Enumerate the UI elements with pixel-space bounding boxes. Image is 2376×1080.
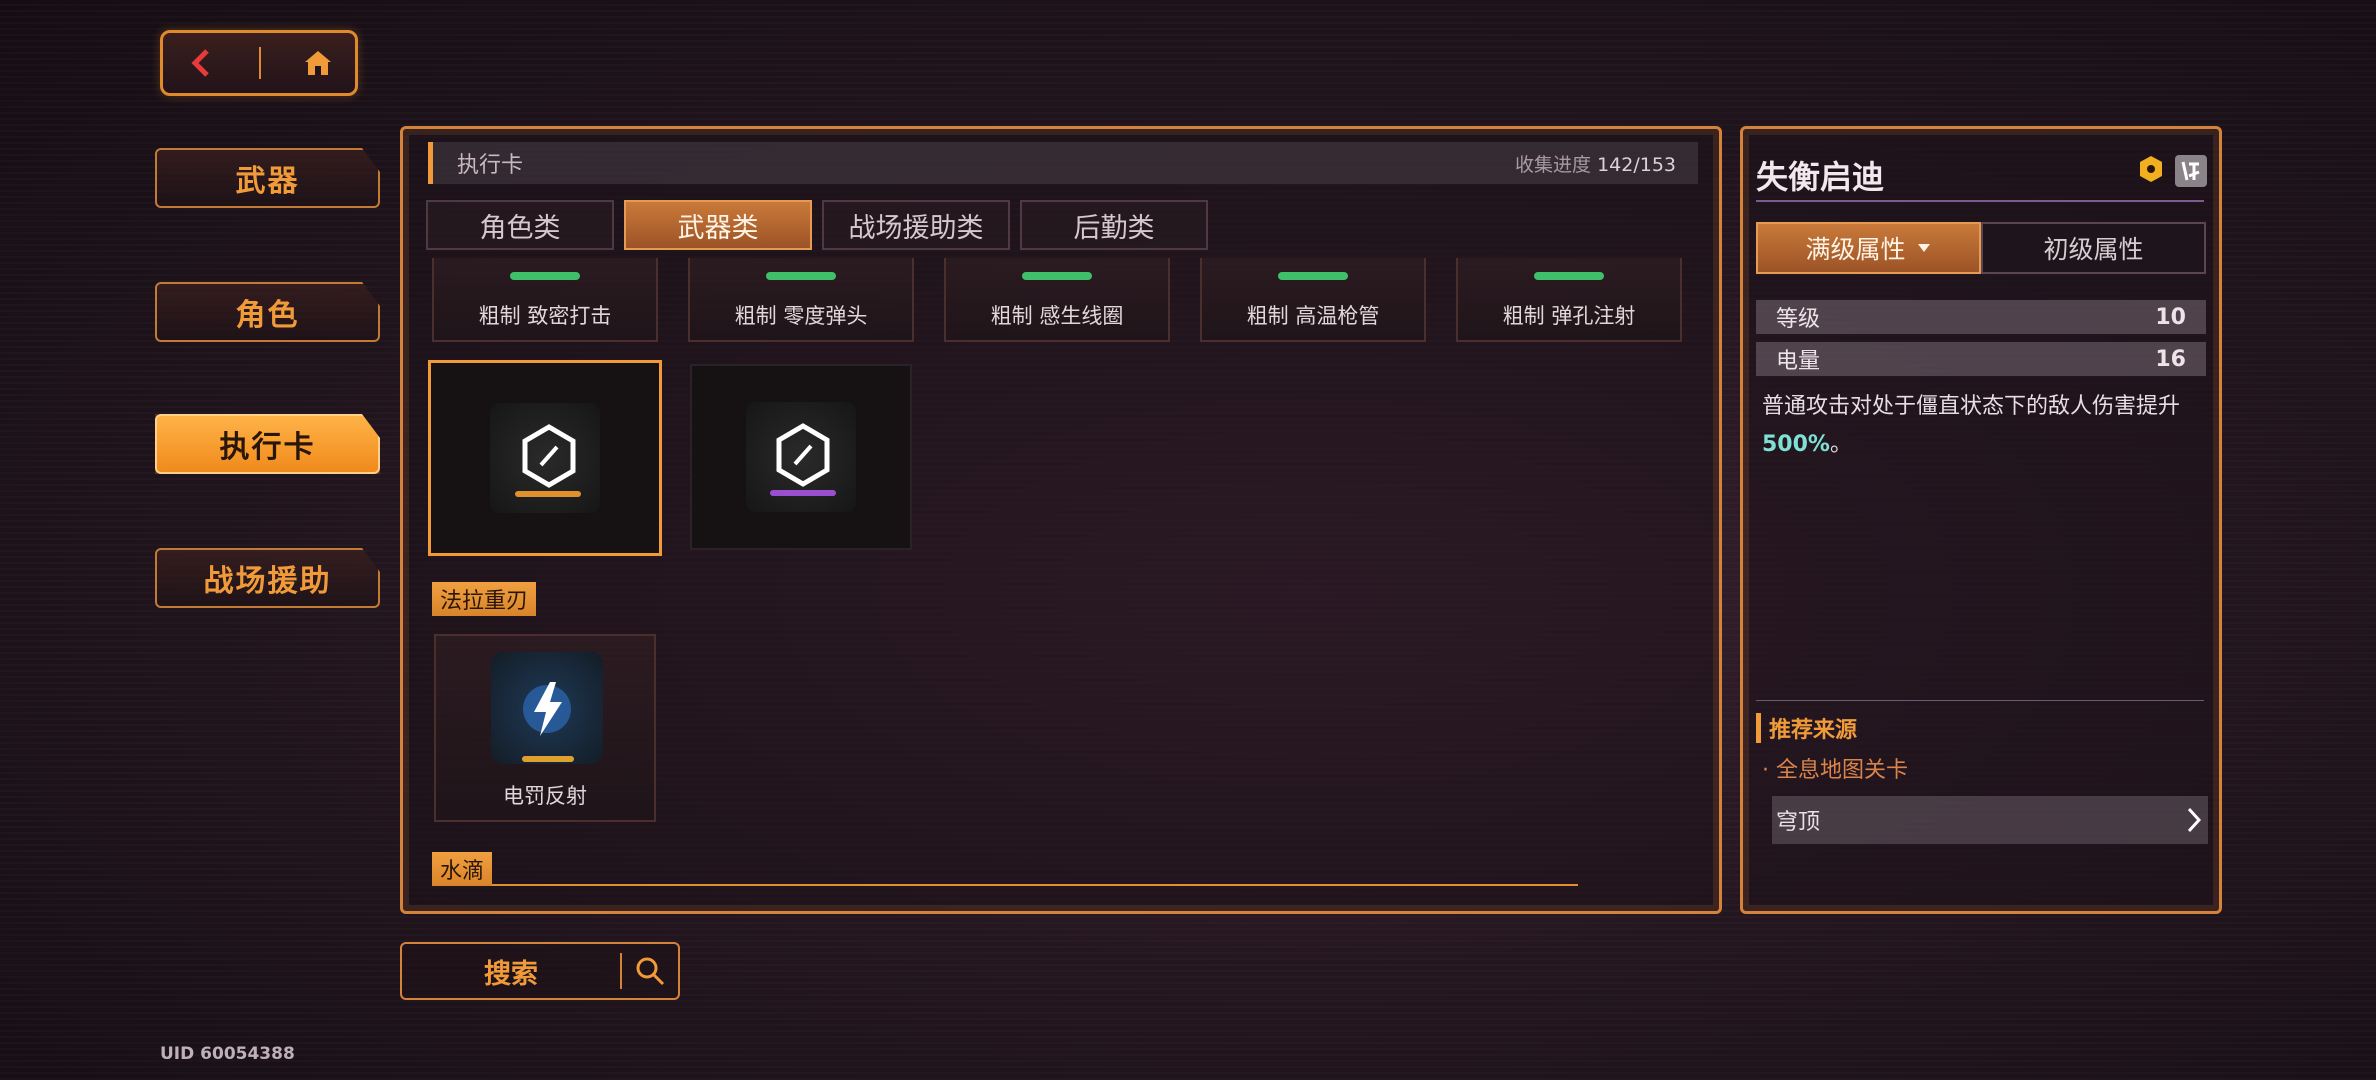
card-energy-bar [766, 272, 836, 280]
panel-header: 执行卡 收集进度 142/153 [428, 142, 1698, 184]
chevron-right-icon [2187, 807, 2202, 833]
card-energy-bar [1022, 272, 1092, 280]
desc-text: 普通攻击对处于僵直状态下的敌人伤害提升 [1762, 394, 2181, 419]
card-name: 粗制 感生线圈 [990, 304, 1124, 328]
category-tabs: 角色类 武器类 战场援助类 后勤类 [426, 200, 1208, 250]
card-name: 粗制 致密打击 [478, 304, 612, 328]
top-nav [160, 30, 358, 96]
collection-progress: 收集进度 142/153 [1515, 150, 1676, 177]
user-id: UID 60054388 [160, 1044, 295, 1064]
back-arrow-icon[interactable] [183, 45, 219, 81]
locked-card-selected[interactable] [428, 360, 662, 556]
section-divider [1756, 700, 2204, 701]
card-description: 普通攻击对处于僵直状态下的敌人伤害提升 500%。 [1762, 388, 2202, 464]
recommended-source-title: 推荐来源 [1756, 713, 1857, 743]
recommended-source-item[interactable]: 穹顶 [1772, 796, 2208, 844]
card-item[interactable]: 粗制 致密打击 [432, 258, 658, 342]
stat-label: 电量 [1776, 349, 1821, 374]
tab-battlefield-support[interactable]: 战场援助类 [822, 200, 1010, 250]
card-item[interactable]: 粗制 弹孔注射 [1456, 258, 1682, 342]
recommended-source-category: · 全息地图关卡 [1762, 758, 1908, 783]
progress-label: 收集进度 [1515, 153, 1592, 176]
card-type-icon [2175, 155, 2207, 187]
card-item[interactable]: 电罚反射 [434, 634, 656, 822]
stat-value: 16 [2155, 346, 2186, 372]
card-item[interactable]: 粗制 高温枪管 [1200, 258, 1426, 342]
home-icon[interactable] [301, 46, 335, 80]
search-bar[interactable]: 搜索 [400, 942, 680, 1000]
card-item[interactable]: 粗制 零度弹头 [688, 258, 914, 342]
panel-title: 执行卡 [457, 153, 524, 178]
card-energy-bar [510, 272, 580, 280]
search-label: 搜索 [484, 958, 538, 990]
menu-execution-cards[interactable]: 执行卡 [155, 414, 380, 474]
locked-card[interactable] [690, 364, 912, 550]
card-name: 粗制 高温枪管 [1246, 304, 1380, 328]
section-divider [492, 884, 1578, 886]
progress-value: 142/153 [1597, 153, 1676, 176]
search-icon[interactable] [622, 954, 678, 988]
title-underline [1756, 200, 2204, 202]
stat-row-level: 等级 10 [1756, 300, 2206, 334]
section-label: 法拉重刃 [432, 582, 537, 616]
unknown-hexagon-icon [776, 423, 830, 487]
tab-character[interactable]: 角色类 [426, 200, 614, 250]
card-energy-bar [522, 756, 574, 762]
card-energy-bar [515, 491, 581, 497]
base-level-attributes-tab[interactable]: 初级属性 [1981, 222, 2206, 274]
source-name: 穹顶 [1776, 810, 1821, 835]
desc-highlight-value: 500% [1762, 432, 1830, 457]
menu-characters[interactable]: 角色 [155, 282, 380, 342]
unknown-hexagon-icon [522, 424, 576, 488]
stat-row-energy: 电量 16 [1756, 342, 2206, 376]
card-energy-bar [770, 490, 836, 496]
menu-weapons[interactable]: 武器 [155, 148, 380, 208]
rarity-badge-icon [2140, 156, 2162, 182]
lightning-burst-icon [523, 682, 571, 736]
section-label: 水滴 [432, 852, 493, 886]
chevron-down-icon [1917, 244, 1930, 252]
tab-logistics[interactable]: 后勤类 [1020, 200, 1208, 250]
stat-label: 等级 [1776, 307, 1821, 332]
attribute-toggle: 满级属性 初级属性 [1756, 222, 2206, 274]
desc-suffix: 。 [1829, 432, 1852, 457]
card-energy-bar [1278, 272, 1348, 280]
card-energy-bar [1534, 272, 1604, 280]
card-name: 粗制 零度弹头 [734, 304, 868, 328]
tab-weapon[interactable]: 武器类 [624, 200, 812, 250]
menu-battlefield-support[interactable]: 战场援助 [155, 548, 380, 608]
card-name: 粗制 弹孔注射 [1502, 304, 1636, 328]
stat-value: 10 [2155, 304, 2186, 330]
card-name: 电罚反射 [503, 784, 587, 808]
card-item[interactable]: 粗制 感生线圈 [944, 258, 1170, 342]
card-title: 失衡启迪 [1756, 158, 1885, 196]
nav-divider [259, 47, 261, 79]
toggle-label: 满级属性 [1805, 235, 1906, 264]
max-level-attributes-tab[interactable]: 满级属性 [1756, 222, 1981, 274]
